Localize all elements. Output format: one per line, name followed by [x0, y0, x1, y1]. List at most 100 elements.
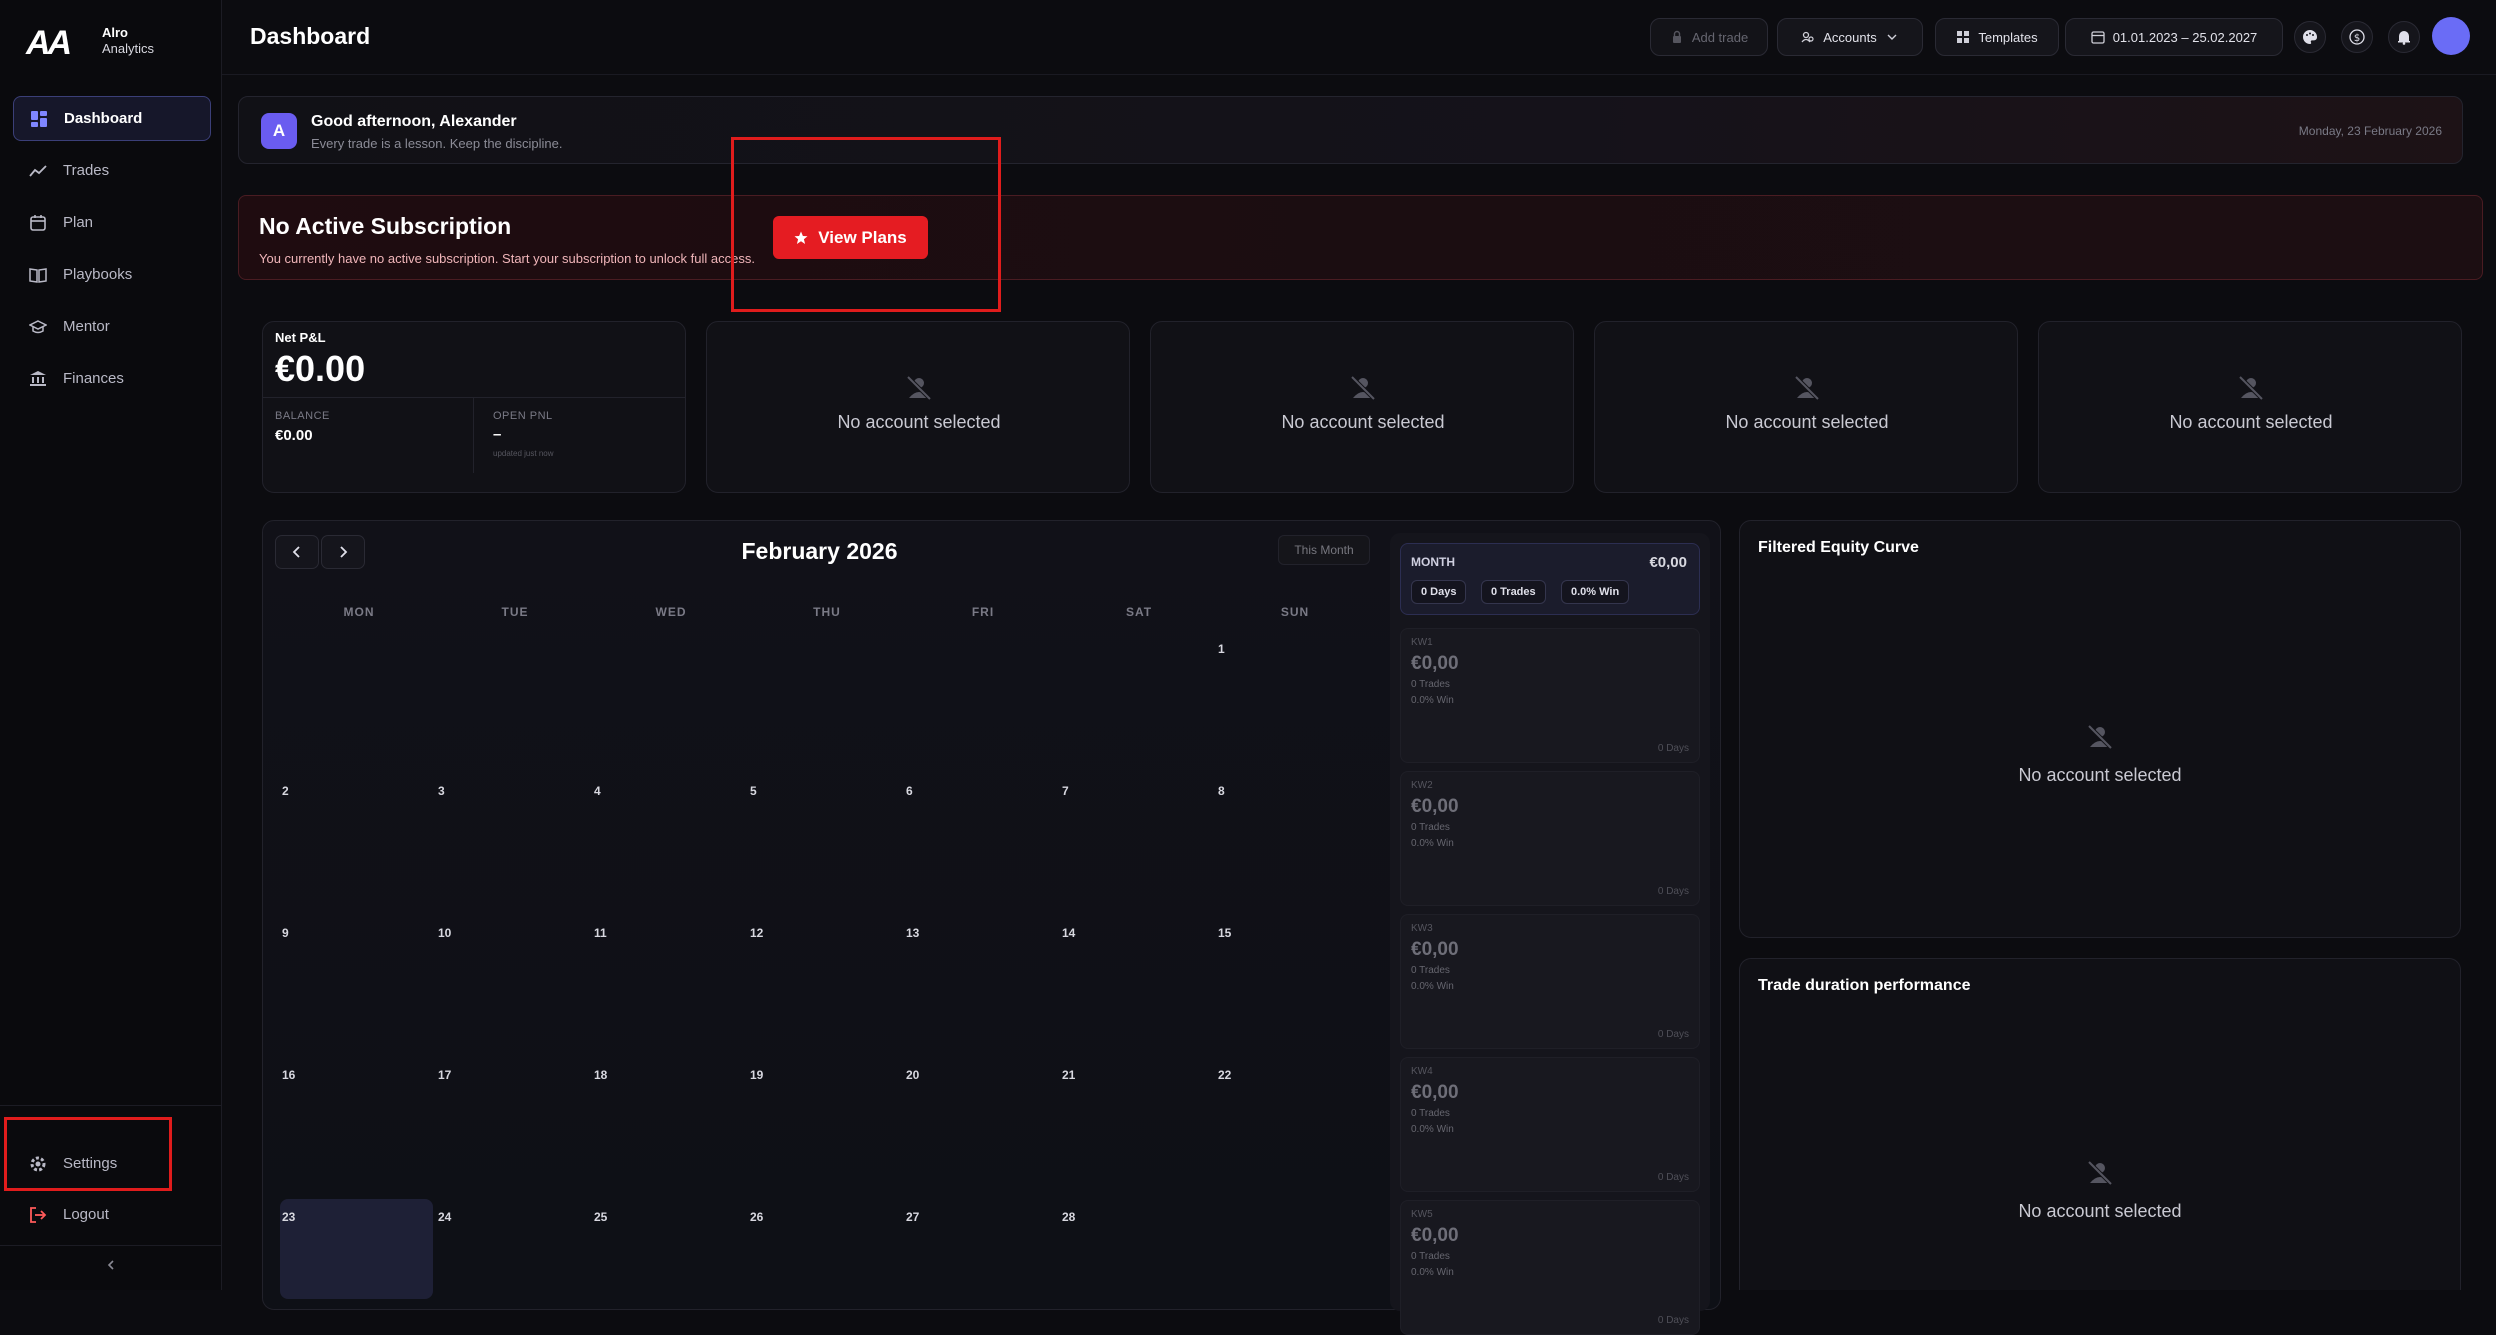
calendar-day[interactable]: 28	[1062, 1210, 1075, 1224]
week-days: 0 Days	[1657, 1172, 1689, 1183]
sidebar-divider	[0, 1245, 222, 1246]
view-plans-highlight-box	[731, 137, 1001, 312]
week-win: 0.0% Win	[1411, 1124, 1454, 1135]
calendar-day[interactable]: 20	[906, 1068, 919, 1082]
week-label: KW4	[1411, 1066, 1433, 1077]
calendar-day[interactable]: 7	[1062, 784, 1069, 798]
calendar-day[interactable]: 3	[438, 784, 445, 798]
sidebar-item-plan[interactable]: Plan	[13, 200, 211, 245]
empty-state: No account selected	[1595, 374, 2019, 433]
currency-button[interactable]: $	[2341, 21, 2373, 53]
logout-icon	[29, 1206, 47, 1224]
week-trades: 0 Trades	[1411, 1108, 1450, 1119]
week-summary-card: KW4 €0,00 0 Trades 0.0% Win 0 Days	[1400, 1057, 1700, 1192]
accounts-dropdown[interactable]: Accounts	[1777, 18, 1923, 56]
calendar-day[interactable]: 14	[1062, 926, 1075, 940]
calendar-day[interactable]: 8	[1218, 784, 1225, 798]
this-month-button[interactable]: This Month	[1278, 535, 1370, 565]
week-trades: 0 Trades	[1411, 822, 1450, 833]
user-avatar[interactable]	[2432, 17, 2470, 55]
sidebar-divider	[0, 1105, 222, 1106]
open-pnl-note: updated just now	[493, 449, 554, 458]
week-trades: 0 Trades	[1411, 965, 1450, 976]
accounts-label: Accounts	[1823, 29, 1877, 45]
week-days: 0 Days	[1657, 1315, 1689, 1326]
sidebar-item-dashboard[interactable]: Dashboard	[13, 96, 211, 141]
week-win: 0.0% Win	[1411, 695, 1454, 706]
calendar-day[interactable]: 2	[282, 784, 289, 798]
calendar-day[interactable]: 19	[750, 1068, 763, 1082]
calendar-day[interactable]: 12	[750, 926, 763, 940]
subscription-banner: No Active Subscription You currently hav…	[238, 195, 2483, 280]
template-grid-icon	[1957, 31, 1970, 43]
month-summary-card: MONTH €0,00 0 Days 0 Trades 0.0% Win	[1400, 543, 1700, 615]
net-pnl-value: €0.00	[275, 348, 366, 389]
calendar-day[interactable]: 27	[906, 1210, 919, 1224]
account-stat-card: No account selected	[1150, 321, 1574, 493]
calendar-day[interactable]: 1	[1218, 642, 1225, 656]
calendar-day[interactable]: 23	[282, 1210, 295, 1224]
sidebar-item-finances[interactable]: Finances	[13, 356, 211, 401]
theme-palette-button[interactable]	[2294, 21, 2326, 53]
calendar-day[interactable]: 6	[906, 784, 913, 798]
week-win: 0.0% Win	[1411, 838, 1454, 849]
net-pnl-divider	[263, 397, 685, 398]
templates-button[interactable]: Templates	[1935, 18, 2059, 56]
month-summary-value: €0,00	[1649, 554, 1687, 571]
empty-state: No account selected	[707, 374, 1131, 433]
top-header: Dashboard Add trade Accounts Templates 0…	[222, 0, 2496, 75]
logo-mark: AA	[26, 24, 72, 62]
settings-highlight-box	[4, 1117, 172, 1191]
calendar-day[interactable]: 18	[594, 1068, 607, 1082]
calendar-day[interactable]: 26	[750, 1210, 763, 1224]
greeting-banner: A Good afternoon, Alexander Every trade …	[238, 96, 2463, 164]
collapse-sidebar-button[interactable]	[101, 1255, 121, 1275]
calendar-day[interactable]: 10	[438, 926, 451, 940]
chevron-left-icon	[107, 1260, 114, 1270]
calendar-day[interactable]: 4	[594, 784, 601, 798]
greeting-avatar: A	[261, 113, 297, 149]
sidebar-item-playbooks[interactable]: Playbooks	[13, 252, 211, 297]
calendar-day[interactable]: 13	[906, 926, 919, 940]
calendar-day[interactable]: 24	[438, 1210, 451, 1224]
calendar-day[interactable]: 21	[1062, 1068, 1075, 1082]
week-win: 0.0% Win	[1411, 1267, 1454, 1278]
calendar-day[interactable]: 5	[750, 784, 757, 798]
calendar-day[interactable]: 22	[1218, 1068, 1231, 1082]
calendar-today-cell[interactable]	[280, 1199, 433, 1299]
sidebar-item-logout[interactable]: Logout	[13, 1192, 211, 1237]
sidebar-item-trades[interactable]: Trades	[13, 148, 211, 193]
month-win-pill: 0.0% Win	[1561, 580, 1630, 604]
calendar-day[interactable]: 15	[1218, 926, 1231, 940]
dollar-icon: $	[2349, 29, 2365, 45]
week-trades: 0 Trades	[1411, 1251, 1450, 1262]
week-days: 0 Days	[1657, 743, 1689, 754]
sidebar-item-mentor[interactable]: Mentor	[13, 304, 211, 349]
weekday-header: WED	[655, 605, 687, 619]
calendar-icon	[29, 214, 47, 232]
weekday-header: FRI	[971, 605, 995, 619]
add-trade-button[interactable]: Add trade	[1650, 18, 1768, 56]
lock-icon	[1672, 30, 1681, 43]
bell-icon	[2398, 31, 2410, 45]
greeting-title: Good afternoon, Alexander	[311, 113, 517, 130]
balance-label: BALANCE	[275, 410, 330, 422]
empty-state-text: No account selected	[1725, 412, 1889, 432]
logo-text: Alro Analytics	[102, 25, 154, 57]
calendar-day[interactable]: 17	[438, 1068, 451, 1082]
calendar-day[interactable]: 9	[282, 926, 289, 940]
subscription-title: No Active Subscription	[259, 213, 512, 239]
notifications-button[interactable]	[2388, 21, 2420, 53]
week-summary-card: KW1 €0,00 0 Trades 0.0% Win 0 Days	[1400, 628, 1700, 763]
calendar-day[interactable]: 11	[594, 926, 607, 940]
month-days-pill: 0 Days	[1411, 580, 1467, 604]
calendar-day[interactable]: 25	[594, 1210, 607, 1224]
weekday-header: MON	[343, 605, 375, 619]
empty-state: No account selected	[1151, 374, 1575, 433]
month-summary-label: MONTH	[1411, 555, 1455, 569]
week-value: €0,00	[1411, 796, 1459, 817]
calendar-day[interactable]: 16	[282, 1068, 295, 1082]
date-range-picker[interactable]: 01.01.2023 – 25.02.2027	[2065, 18, 2283, 56]
bank-icon	[29, 370, 47, 388]
app-logo[interactable]: AA Alro Analytics	[26, 22, 226, 62]
